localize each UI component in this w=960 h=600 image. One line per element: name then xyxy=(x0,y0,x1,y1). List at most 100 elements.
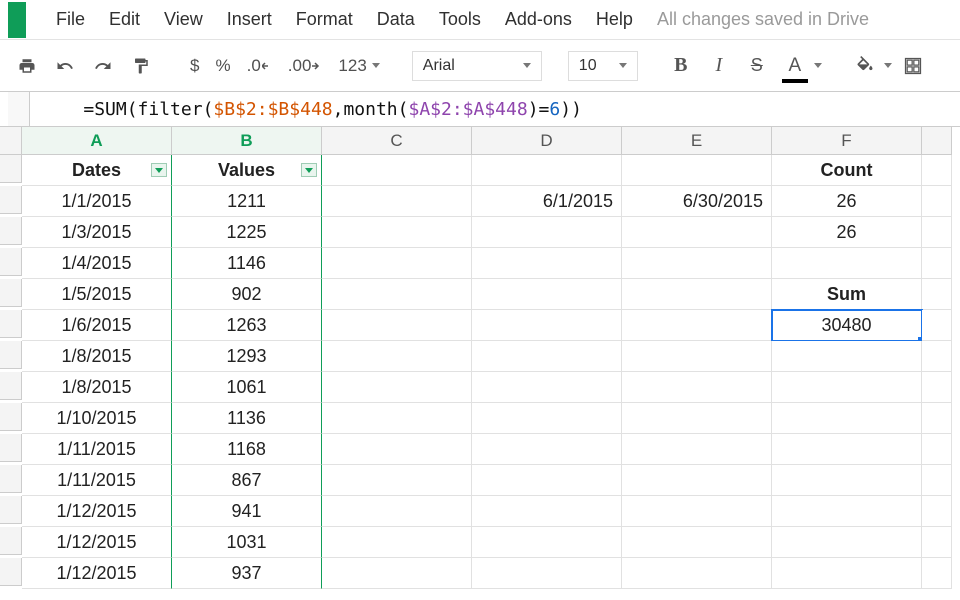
cell-C2[interactable] xyxy=(322,186,472,217)
cell-D6[interactable] xyxy=(472,310,622,341)
cell-extra-5[interactable] xyxy=(922,279,952,310)
cell-E14[interactable] xyxy=(622,558,772,589)
cell-D8[interactable] xyxy=(472,372,622,403)
menu-view[interactable]: View xyxy=(152,5,215,34)
currency-button[interactable]: $ xyxy=(184,56,205,76)
cell-D13[interactable] xyxy=(472,527,622,558)
cell-extra-8[interactable] xyxy=(922,372,952,403)
cell-B1[interactable]: Values xyxy=(172,155,322,186)
cell-A3[interactable]: 1/3/2015 xyxy=(22,217,172,248)
cell-D2[interactable]: 6/1/2015 xyxy=(472,186,622,217)
cell-E9[interactable] xyxy=(622,403,772,434)
cell-extra-12[interactable] xyxy=(922,496,952,527)
cell-A11[interactable]: 1/11/2015 xyxy=(22,465,172,496)
filter-button-A[interactable] xyxy=(151,163,167,177)
cell-extra-2[interactable] xyxy=(922,186,952,217)
row-header-5[interactable] xyxy=(0,279,22,307)
cell-C8[interactable] xyxy=(322,372,472,403)
row-header-2[interactable] xyxy=(0,186,22,214)
cell-C4[interactable] xyxy=(322,248,472,279)
cell-A7[interactable]: 1/8/2015 xyxy=(22,341,172,372)
cell-D1[interactable] xyxy=(472,155,622,186)
cell-F7[interactable] xyxy=(772,341,922,372)
cell-E13[interactable] xyxy=(622,527,772,558)
cell-D4[interactable] xyxy=(472,248,622,279)
cell-extra-7[interactable] xyxy=(922,341,952,372)
cell-extra-10[interactable] xyxy=(922,434,952,465)
cell-C7[interactable] xyxy=(322,341,472,372)
cell-F4[interactable] xyxy=(772,248,922,279)
row-header-1[interactable] xyxy=(0,155,22,183)
cell-B13[interactable]: 1031 xyxy=(172,527,322,558)
cell-A6[interactable]: 1/6/2015 xyxy=(22,310,172,341)
cell-D3[interactable] xyxy=(472,217,622,248)
increase-decimal-button[interactable]: .00 xyxy=(282,56,329,76)
text-color-button[interactable]: A xyxy=(778,51,812,81)
row-header-13[interactable] xyxy=(0,527,22,555)
cell-E2[interactable]: 6/30/2015 xyxy=(622,186,772,217)
cell-F8[interactable] xyxy=(772,372,922,403)
percent-button[interactable]: % xyxy=(209,56,236,76)
col-header-C[interactable]: C xyxy=(322,127,472,155)
cell-extra-9[interactable] xyxy=(922,403,952,434)
cell-E3[interactable] xyxy=(622,217,772,248)
cell-F2[interactable]: 26 xyxy=(772,186,922,217)
cell-A10[interactable]: 1/11/2015 xyxy=(22,434,172,465)
cell-B5[interactable]: 902 xyxy=(172,279,322,310)
filter-button-B[interactable] xyxy=(301,163,317,177)
cell-D12[interactable] xyxy=(472,496,622,527)
cell-D14[interactable] xyxy=(472,558,622,589)
cell-extra-3[interactable] xyxy=(922,217,952,248)
cell-C13[interactable] xyxy=(322,527,472,558)
menu-data[interactable]: Data xyxy=(365,5,427,34)
cell-B11[interactable]: 867 xyxy=(172,465,322,496)
cell-F3[interactable]: 26 xyxy=(772,217,922,248)
cell-B14[interactable]: 937 xyxy=(172,558,322,589)
row-header-7[interactable] xyxy=(0,341,22,369)
cell-F1[interactable]: Count xyxy=(772,155,922,186)
row-header-3[interactable] xyxy=(0,217,22,245)
cell-D9[interactable] xyxy=(472,403,622,434)
cell-F6[interactable]: 30480 xyxy=(772,310,922,341)
cell-D11[interactable] xyxy=(472,465,622,496)
cell-extra-13[interactable] xyxy=(922,527,952,558)
col-header-A[interactable]: A xyxy=(22,127,172,155)
cell-C11[interactable] xyxy=(322,465,472,496)
spreadsheet-grid[interactable]: ABCDEFDatesValuesCount1/1/201512116/1/20… xyxy=(0,127,960,589)
col-header-B[interactable]: B xyxy=(172,127,322,155)
cell-A2[interactable]: 1/1/2015 xyxy=(22,186,172,217)
cell-E4[interactable] xyxy=(622,248,772,279)
cell-E6[interactable] xyxy=(622,310,772,341)
cell-C10[interactable] xyxy=(322,434,472,465)
cell-E11[interactable] xyxy=(622,465,772,496)
font-select[interactable]: Arial xyxy=(412,51,542,81)
menu-tools[interactable]: Tools xyxy=(427,5,493,34)
cell-E7[interactable] xyxy=(622,341,772,372)
row-header-8[interactable] xyxy=(0,372,22,400)
cell-B2[interactable]: 1211 xyxy=(172,186,322,217)
cell-C3[interactable] xyxy=(322,217,472,248)
number-format-button[interactable]: 123 xyxy=(332,56,385,76)
cell-extra-14[interactable] xyxy=(922,558,952,589)
cell-C5[interactable] xyxy=(322,279,472,310)
paint-format-button[interactable] xyxy=(124,51,158,81)
menu-insert[interactable]: Insert xyxy=(215,5,284,34)
col-header-extra[interactable] xyxy=(922,127,952,155)
cell-B9[interactable]: 1136 xyxy=(172,403,322,434)
cell-F11[interactable] xyxy=(772,465,922,496)
cell-F14[interactable] xyxy=(772,558,922,589)
cell-D5[interactable] xyxy=(472,279,622,310)
cell-A14[interactable]: 1/12/2015 xyxy=(22,558,172,589)
font-size-select[interactable]: 10 xyxy=(568,51,638,81)
cell-extra-6[interactable] xyxy=(922,310,952,341)
cell-E12[interactable] xyxy=(622,496,772,527)
cell-E1[interactable] xyxy=(622,155,772,186)
row-header-11[interactable] xyxy=(0,465,22,493)
cell-extra-11[interactable] xyxy=(922,465,952,496)
row-header-6[interactable] xyxy=(0,310,22,338)
row-header-4[interactable] xyxy=(0,248,22,276)
cell-B10[interactable]: 1168 xyxy=(172,434,322,465)
decrease-decimal-button[interactable]: .0 xyxy=(241,56,278,76)
col-header-F[interactable]: F xyxy=(772,127,922,155)
cell-B12[interactable]: 941 xyxy=(172,496,322,527)
